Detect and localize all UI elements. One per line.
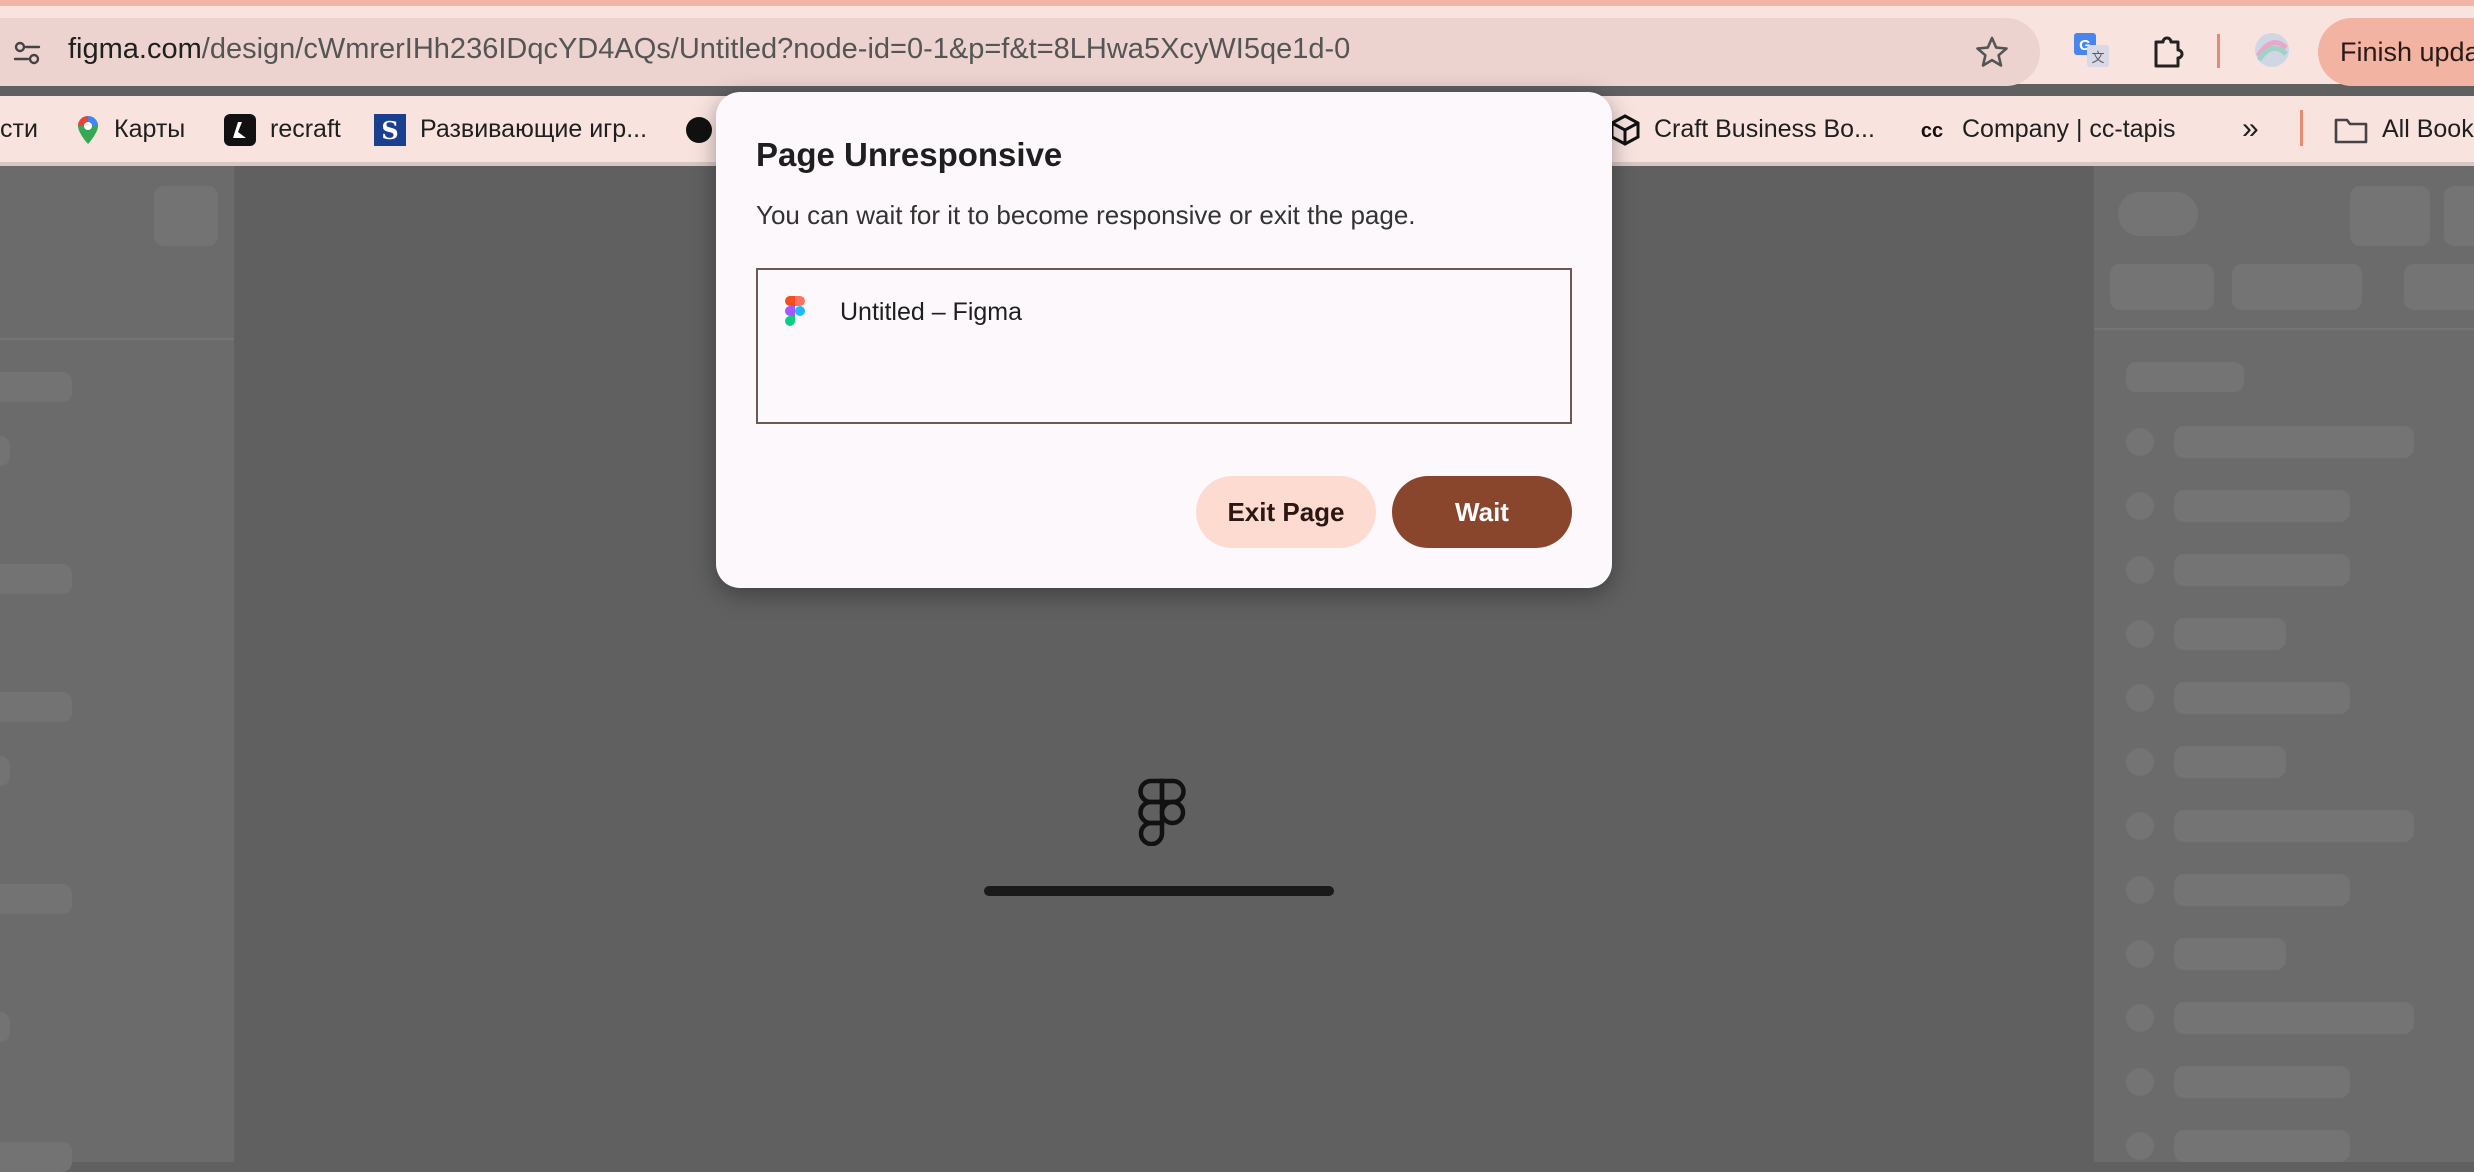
bookmark-item-craft[interactable]: Craft Business Bo... [1610, 110, 1875, 148]
maps-pin-icon [78, 116, 98, 145]
skeleton-block [2174, 1066, 2350, 1098]
finish-update-button[interactable]: Finish upda [2318, 18, 2474, 86]
url-host: figma.com [68, 33, 202, 65]
skeleton-block [2232, 264, 2362, 310]
skeleton-block [0, 1142, 72, 1172]
bookmark-item[interactable]: сти [0, 110, 38, 148]
bookmark-item-maps[interactable]: Карты [76, 110, 185, 148]
more-bookmarks-button[interactable]: » [2242, 110, 2259, 148]
skeleton-block [2174, 874, 2350, 906]
google-translate-icon[interactable]: G 文 [2072, 30, 2112, 70]
wait-button[interactable]: Wait [1392, 476, 1572, 548]
skeleton-block [0, 884, 72, 914]
loading-progress-fill [984, 886, 1334, 896]
skeleton-block [154, 186, 218, 246]
skeleton-block [2118, 192, 2198, 236]
skeleton-dot [2126, 428, 2154, 456]
skeleton-block [2404, 264, 2474, 310]
skeleton-block [0, 692, 72, 722]
toolbar-separator [2217, 34, 2220, 68]
skeleton-dot [2126, 748, 2154, 776]
unresponsive-page-list: Untitled – Figma [756, 268, 1572, 424]
url-path: /design/cWmrerIHh236IDqcYD4AQs/Untitled?… [201, 33, 1351, 65]
extensions-puzzle-icon[interactable] [2148, 30, 2188, 70]
skeleton-dot [2126, 620, 2154, 648]
cube-icon [1610, 114, 1640, 147]
skeleton-block [0, 436, 10, 466]
s-logo-icon: S [374, 114, 406, 147]
bookmark-label: All Book [2382, 115, 2474, 143]
skeleton-dot [2126, 684, 2154, 712]
skeleton-dot [2126, 812, 2154, 840]
bookmark-star-icon[interactable] [1974, 34, 2010, 70]
bookmark-label: сти [0, 115, 38, 143]
site-info-icon[interactable] [12, 38, 42, 68]
panel-divider [2094, 328, 2474, 330]
skeleton-block [2174, 938, 2286, 970]
skeleton-dot [2126, 1068, 2154, 1096]
figma-left-panel-skeleton [0, 166, 234, 1172]
skeleton-block [2350, 186, 2430, 246]
page-item-title: Untitled – Figma [840, 298, 1023, 326]
bookmark-item-recraft[interactable]: recraft [224, 110, 341, 148]
skeleton-dot [2126, 940, 2154, 968]
folder-icon [2334, 119, 2368, 144]
bookmark-label: recraft [270, 115, 341, 143]
skeleton-dot [2126, 556, 2154, 584]
skeleton-block [0, 756, 10, 786]
skeleton-block [2174, 490, 2350, 522]
skeleton-block [2174, 746, 2286, 778]
skeleton-block [2126, 362, 2244, 392]
figma-right-panel-skeleton [2094, 166, 2474, 1162]
figma-icon [785, 296, 805, 326]
skeleton-block [2110, 264, 2214, 310]
bookmark-label: Company | cc-tapis [1962, 115, 2176, 143]
exit-page-button[interactable]: Exit Page [1196, 476, 1376, 548]
black-circle-icon [686, 117, 712, 144]
bookmarks-separator [2300, 110, 2303, 146]
loading-progress-bar [984, 886, 1334, 896]
dialog-message: You can wait for it to become responsive… [756, 200, 1416, 230]
bookmark-label: Craft Business Bo... [1654, 115, 1875, 143]
skeleton-block [2174, 618, 2286, 650]
svg-text:cc: cc [1921, 120, 1943, 142]
url-text[interactable]: figma.com/design/cWmrerIHh236IDqcYD4AQs/… [68, 33, 1350, 66]
address-bar[interactable]: figma.com/design/cWmrerIHh236IDqcYD4AQs/… [0, 18, 2040, 86]
skeleton-block [2174, 1002, 2414, 1034]
svg-text:S: S [381, 116, 398, 145]
dialog-title: Page Unresponsive [756, 136, 1063, 173]
skeleton-dot [2126, 492, 2154, 520]
skeleton-block [2174, 682, 2350, 714]
bookmark-item-games[interactable]: S Развивающие игр... [374, 110, 647, 148]
skeleton-block [0, 1012, 10, 1042]
recraft-icon [224, 114, 256, 147]
panel-divider [0, 338, 234, 340]
skeleton-block [2174, 810, 2414, 842]
svg-text:文: 文 [2091, 50, 2104, 65]
bookmark-label: Развивающие игр... [420, 115, 648, 143]
skeleton-dot [2126, 1132, 2154, 1160]
profile-avatar-icon[interactable] [2252, 30, 2292, 70]
bookmark-item-cc-tapis[interactable]: cc Company | cc-tapis [1916, 110, 2176, 148]
skeleton-block [2444, 186, 2474, 246]
skeleton-dot [2126, 1004, 2154, 1032]
bookmark-label: Карты [114, 115, 186, 143]
skeleton-block [2174, 1130, 2350, 1162]
page-unresponsive-dialog: Page Unresponsive You can wait for it to… [716, 92, 1612, 588]
figma-logo-icon [1138, 778, 1186, 846]
skeleton-block [2174, 426, 2414, 458]
skeleton-dot [2126, 876, 2154, 904]
cc-icon: cc [1921, 120, 1943, 142]
bookmark-folder-all[interactable]: All Book [2334, 110, 2474, 148]
skeleton-block [0, 372, 72, 402]
skeleton-block [2174, 554, 2350, 586]
skeleton-block [0, 564, 72, 594]
